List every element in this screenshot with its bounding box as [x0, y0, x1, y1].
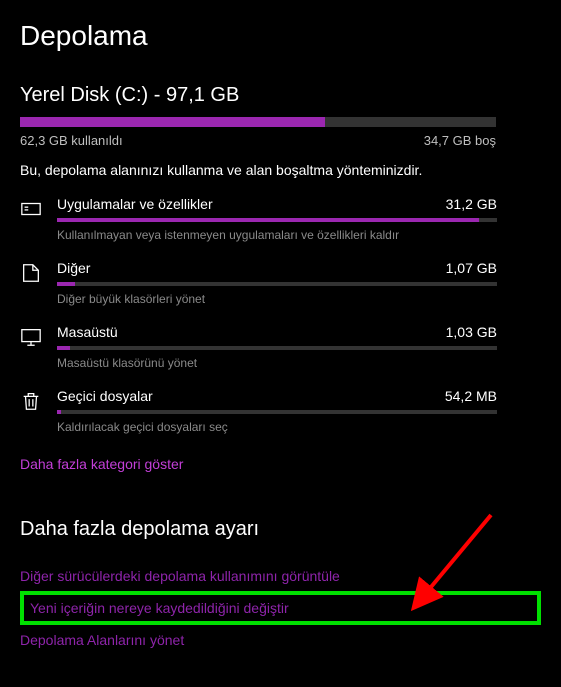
category-size: 54,2 MB — [445, 388, 497, 404]
page-title: Depolama — [20, 20, 541, 52]
category-bar — [57, 410, 497, 414]
category-apps[interactable]: Uygulamalar ve özellikler 31,2 GB Kullan… — [20, 196, 541, 242]
category-name: Geçici dosyalar — [57, 388, 153, 404]
category-desktop[interactable]: Masaüstü 1,03 GB Masaüstü klasörünü yöne… — [20, 324, 541, 370]
apps-icon — [20, 198, 42, 220]
disk-used-label: 62,3 GB kullanıldı — [20, 133, 123, 148]
category-size: 1,03 GB — [446, 324, 497, 340]
disk-free-label: 34,7 GB boş — [424, 133, 496, 148]
disk-title: Yerel Disk (C:) - 97,1 GB — [20, 84, 541, 107]
disk-section: Yerel Disk (C:) - 97,1 GB 62,3 GB kullan… — [20, 84, 541, 148]
category-name: Uygulamalar ve özellikler — [57, 196, 213, 212]
disk-usage-bar — [20, 117, 496, 127]
category-bar — [57, 346, 497, 350]
category-name: Masaüstü — [57, 324, 118, 340]
change-save-location-link[interactable]: Yeni içeriğin nereye kaydedildiğini deği… — [30, 600, 531, 616]
category-subtext: Diğer büyük klasörleri yönet — [57, 292, 497, 306]
category-subtext: Kaldırılacak geçici dosyaları seç — [57, 420, 497, 434]
category-other[interactable]: Diğer 1,07 GB Diğer büyük klasörleri yön… — [20, 260, 541, 306]
manage-storage-spaces-link[interactable]: Depolama Alanlarını yönet — [20, 627, 541, 653]
show-more-categories-link[interactable]: Daha fazla kategori göster — [20, 456, 183, 472]
category-name: Diğer — [57, 260, 90, 276]
category-size: 31,2 GB — [446, 196, 497, 212]
view-other-drives-link[interactable]: Diğer sürücülerdeki depolama kullanımını… — [20, 563, 541, 589]
annotation-highlight: Yeni içeriğin nereye kaydedildiğini deği… — [20, 591, 541, 625]
disk-usage-labels: 62,3 GB kullanıldı 34,7 GB boş — [20, 133, 496, 148]
storage-description: Bu, depolama alanınızı kullanma ve alan … — [20, 162, 541, 178]
disk-usage-bar-fill — [20, 117, 325, 127]
category-temp[interactable]: Geçici dosyalar 54,2 MB Kaldırılacak geç… — [20, 388, 541, 434]
category-bar — [57, 218, 497, 222]
category-subtext: Masaüstü klasörünü yönet — [57, 356, 497, 370]
other-icon — [20, 262, 42, 284]
desktop-icon — [20, 326, 42, 348]
category-bar — [57, 282, 497, 286]
category-subtext: Kullanılmayan veya istenmeyen uygulamala… — [57, 228, 497, 242]
category-size: 1,07 GB — [446, 260, 497, 276]
trash-icon — [20, 390, 42, 412]
more-storage-settings-title: Daha fazla depolama ayarı — [20, 518, 541, 541]
more-storage-links: Diğer sürücülerdeki depolama kullanımını… — [20, 563, 541, 653]
